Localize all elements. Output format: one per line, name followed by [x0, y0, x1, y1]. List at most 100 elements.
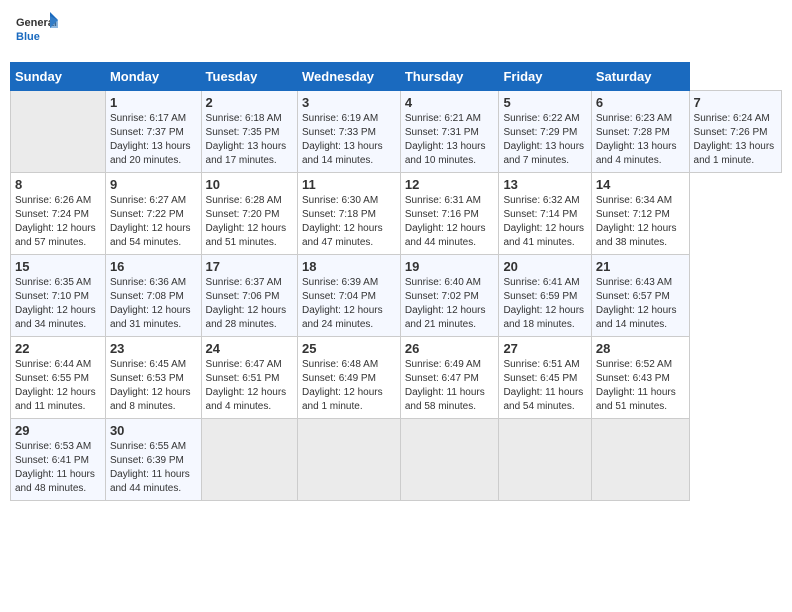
svg-text:Blue: Blue [16, 31, 40, 43]
daylight-text: Daylight: 12 hours and 8 minutes. [110, 387, 191, 412]
calendar-cell: 26 Sunrise: 6:49 AMSunset: 6:47 PMDayligh… [400, 337, 499, 419]
sunset-text: Sunset: 7:26 PM [694, 127, 768, 138]
sunset-text: Sunset: 7:18 PM [302, 209, 376, 220]
sunrise-text: Sunrise: 6:47 AM [206, 359, 282, 370]
sunrise-text: Sunrise: 6:43 AM [596, 277, 672, 288]
calendar-cell: 10Sunrise: 6:28 AMSunset: 7:20 PMDayligh… [201, 173, 297, 255]
day-number: 15 [15, 259, 101, 274]
sunrise-text: Sunrise: 6:32 AM [503, 195, 579, 206]
day-number: 18 [302, 259, 396, 274]
sunrise-text: Sunrise: 6:40 AM [405, 277, 481, 288]
day-details: Sunrise: 6:28 AMSunset: 7:20 PMDaylight:… [206, 194, 293, 250]
header-tuesday: Tuesday [201, 63, 297, 91]
calendar-cell: 17Sunrise: 6:37 AMSunset: 7:06 PMDayligh… [201, 255, 297, 337]
calendar-cell: 6Sunrise: 6:23 AMSunset: 7:28 PMDaylight… [591, 91, 689, 173]
calendar-cell: 22Sunrise: 6:44 AMSunset: 6:55 PMDayligh… [11, 337, 106, 419]
week-row-5: 29 Sunrise: 6:53 AMSunset: 6:41 PMDayligh… [11, 419, 782, 501]
calendar-cell: 14 Sunrise: 6:34 AMSunset: 7:12 PMDayligh… [591, 173, 689, 255]
calendar-cell: 15Sunrise: 6:35 AMSunset: 7:10 PMDayligh… [11, 255, 106, 337]
daylight-text: Daylight: 12 hours and 44 minutes. [405, 223, 486, 248]
day-details: Sunrise: 6:40 AMSunset: 7:02 PMDaylight:… [405, 276, 495, 332]
day-details: Sunrise: 6:18 AMSunset: 7:35 PMDaylight:… [206, 112, 293, 168]
day-details: Sunrise: 6:23 AMSunset: 7:28 PMDaylight:… [596, 112, 685, 168]
sunset-text: Sunset: 7:24 PM [15, 209, 89, 220]
day-number: 19 [405, 259, 495, 274]
sunrise-text: Sunrise: 6:26 AM [15, 195, 91, 206]
sunrise-text: Sunrise: 6:55 AM [110, 441, 186, 452]
calendar-cell: 12 Sunrise: 6:31 AMSunset: 7:16 PMDayligh… [400, 173, 499, 255]
day-details: Sunrise: 6:27 AMSunset: 7:22 PMDaylight:… [110, 194, 197, 250]
sunset-text: Sunset: 7:28 PM [596, 127, 670, 138]
sunset-text: Sunset: 6:47 PM [405, 373, 479, 384]
logo-svg: General Blue [14, 10, 58, 54]
day-number: 26 [405, 341, 495, 356]
sunrise-text: Sunrise: 6:24 AM [694, 113, 770, 124]
day-number: 14 [596, 177, 685, 192]
daylight-text: Daylight: 12 hours and 41 minutes. [503, 223, 584, 248]
header-sunday: Sunday [11, 63, 106, 91]
sunrise-text: Sunrise: 6:31 AM [405, 195, 481, 206]
sunrise-text: Sunrise: 6:36 AM [110, 277, 186, 288]
day-details: Sunrise: 6:31 AMSunset: 7:16 PMDaylight:… [405, 194, 495, 250]
sunset-text: Sunset: 7:02 PM [405, 291, 479, 302]
daylight-text: Daylight: 13 hours and 7 minutes. [503, 141, 584, 166]
sunset-text: Sunset: 6:55 PM [15, 373, 89, 384]
day-details: Sunrise: 6:34 AMSunset: 7:12 PMDaylight:… [596, 194, 685, 250]
day-number: 9 [110, 177, 197, 192]
day-number: 12 [405, 177, 495, 192]
sunrise-text: Sunrise: 6:39 AM [302, 277, 378, 288]
day-number: 3 [302, 95, 396, 110]
daylight-text: Daylight: 13 hours and 17 minutes. [206, 141, 287, 166]
calendar-cell: 28Sunrise: 6:52 AMSunset: 6:43 PMDayligh… [591, 337, 689, 419]
daylight-text: Daylight: 12 hours and 31 minutes. [110, 305, 191, 330]
day-details: Sunrise: 6:32 AM Sunset: 7:14 PM Daylight:… [503, 194, 586, 250]
day-details: Sunrise: 6:21 AMSunset: 7:31 PMDaylight:… [405, 112, 495, 168]
day-details: Sunrise: 6:39 AMSunset: 7:04 PMDaylight:… [302, 276, 396, 332]
daylight-text: Daylight: 13 hours and 4 minutes. [596, 141, 677, 166]
day-number: 7 [694, 95, 777, 110]
sunset-text: Sunset: 7:06 PM [206, 291, 280, 302]
day-number: 24 [206, 341, 293, 356]
calendar-cell: 30Sunrise: 6:55 AMSunset: 6:39 PMDayligh… [105, 419, 201, 501]
daylight-text: Daylight: 13 hours and 20 minutes. [110, 141, 191, 166]
sunset-text: Sunset: 7:22 PM [110, 209, 184, 220]
day-number: 29 [15, 423, 101, 438]
calendar-cell: 23Sunrise: 6:45 AMSunset: 6:53 PMDayligh… [105, 337, 201, 419]
calendar-cell: 16Sunrise: 6:36 AMSunset: 7:08 PMDayligh… [105, 255, 201, 337]
daylight-text: Daylight: 12 hours and 14 minutes. [596, 305, 677, 330]
day-details: Sunrise: 6:53 AMSunset: 6:41 PMDaylight:… [15, 440, 101, 496]
day-details: Sunrise: 6:44 AMSunset: 6:55 PMDaylight:… [15, 358, 101, 414]
header-friday: Friday [499, 63, 591, 91]
week-row-1: 1Sunrise: 6:17 AMSunset: 7:37 PMDaylight… [11, 91, 782, 173]
sunrise-text: Sunrise: 6:53 AM [15, 441, 91, 452]
daylight-text: Daylight: 12 hours and 4 minutes. [206, 387, 287, 412]
daylight-text: Daylight: 11 hours and 44 minutes. [110, 469, 190, 494]
calendar-cell: 18 Sunrise: 6:39 AMSunset: 7:04 PMDayligh… [298, 255, 401, 337]
calendar-cell [499, 419, 591, 501]
day-number: 8 [15, 177, 101, 192]
day-number: 5 [503, 95, 586, 110]
sunset-text: Sunset: 7:14 PM [503, 209, 577, 220]
daylight-text: Daylight: 13 hours and 1 minute. [694, 141, 775, 166]
sunset-text: Sunset: 7:35 PM [206, 127, 280, 138]
day-details: Sunrise: 6:19 AMSunset: 7:33 PMDaylight:… [302, 112, 396, 168]
daylight-text: Daylight: 11 hours and 51 minutes. [596, 387, 676, 412]
day-details: Sunrise: 6:43 AMSunset: 6:57 PMDaylight:… [596, 276, 685, 332]
calendar-cell: 27Sunrise: 6:51 AMSunset: 6:45 PMDayligh… [499, 337, 591, 419]
day-details: Sunrise: 6:47 AMSunset: 6:51 PMDaylight:… [206, 358, 293, 414]
day-number: 23 [110, 341, 197, 356]
day-details: Sunrise: 6:41 AMSunset: 6:59 PMDaylight:… [503, 276, 586, 332]
day-details: Sunrise: 6:55 AMSunset: 6:39 PMDaylight:… [110, 440, 197, 496]
sunrise-text: Sunrise: 6:48 AM [302, 359, 378, 370]
day-details: Sunrise: 6:36 AMSunset: 7:08 PMDaylight:… [110, 276, 197, 332]
sunset-text: Sunset: 7:31 PM [405, 127, 479, 138]
day-details: Sunrise: 6:22 AMSunset: 7:29 PMDaylight:… [503, 112, 586, 168]
daylight-text: Daylight: 12 hours and 18 minutes. [503, 305, 584, 330]
day-details: Sunrise: 6:48 AMSunset: 6:49 PMDaylight:… [302, 358, 396, 414]
daylight-text: Daylight: 12 hours and 11 minutes. [15, 387, 96, 412]
day-details: Sunrise: 6:37 AMSunset: 7:06 PMDaylight:… [206, 276, 293, 332]
daylight-text: Daylight: 12 hours and 34 minutes. [15, 305, 96, 330]
day-details: Sunrise: 6:49 AMSunset: 6:47 PMDaylight:… [405, 358, 495, 414]
calendar-cell [591, 419, 689, 501]
week-row-2: 8 Sunrise: 6:26 AM Sunset: 7:24 PM Daylight… [11, 173, 782, 255]
